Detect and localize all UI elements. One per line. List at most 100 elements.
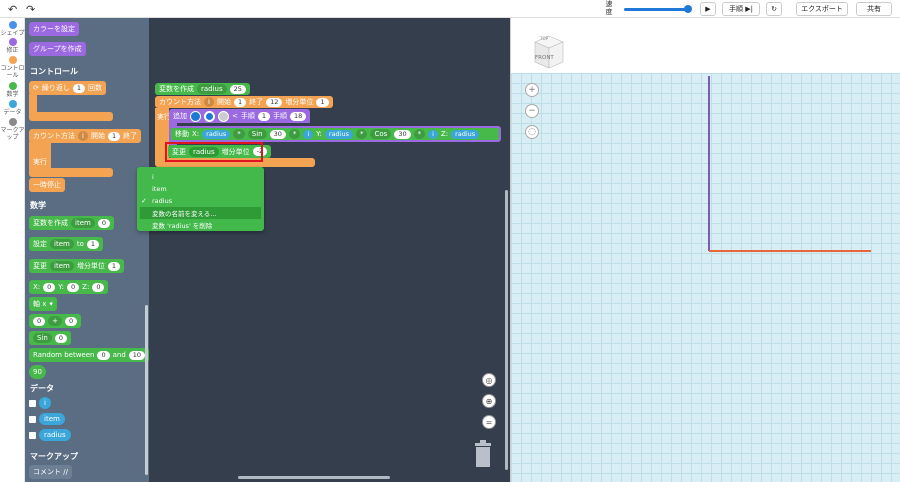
create-var-block[interactable]: 変数を作成 item 0 — [29, 216, 114, 230]
trash-icon[interactable] — [473, 440, 493, 468]
ws-move-block[interactable]: 移動 X: radius * Sin 30 * i Y: radius * Cos 30 * i Z: radi… — [169, 126, 501, 142]
ws-cos-angle[interactable]: 30 — [394, 129, 411, 139]
ctx-item-i[interactable]: i — [137, 171, 264, 183]
ws-x-radius[interactable]: radius — [202, 129, 231, 139]
zoom-reset-button[interactable]: ◎ — [482, 373, 496, 387]
ws-color-selected-icon[interactable] — [204, 110, 215, 122]
y-value[interactable]: 0 — [67, 282, 80, 292]
ws-color-none-icon[interactable] — [218, 110, 229, 122]
set-var-dropdown[interactable]: item — [50, 239, 74, 249]
arith-op-dropdown[interactable]: + — [48, 316, 63, 326]
axis-block[interactable]: 軸 x ▾ — [29, 297, 57, 311]
var-i-checkbox[interactable] — [29, 400, 36, 407]
ws-start-value[interactable]: 1 — [233, 97, 247, 107]
repeat-count[interactable]: 1 — [72, 83, 86, 93]
random-min[interactable]: 0 — [97, 350, 110, 360]
ws-sin-dropdown[interactable]: Sin — [247, 129, 267, 139]
ws-sin-angle[interactable]: 30 — [269, 129, 286, 139]
flyout-scrollbar[interactable] — [145, 305, 148, 475]
arith-left[interactable]: 0 — [33, 316, 46, 326]
var-item-pill[interactable]: item — [39, 413, 65, 425]
category-control[interactable]: コントロール — [0, 56, 25, 79]
reset-button[interactable]: ↻ — [766, 2, 782, 16]
ws-create-var-block[interactable]: 変数を作成 radius 25 — [155, 83, 250, 95]
ws-hand-value[interactable]: 1 — [257, 111, 271, 121]
redo-icon[interactable]: ↷ — [26, 3, 35, 16]
ctx-item-radius[interactable]: ✓ radius — [137, 195, 264, 207]
export-button[interactable]: エクスポート — [796, 2, 848, 16]
zoom-in-button[interactable]: ⊕ — [482, 394, 496, 408]
speed-slider-handle[interactable] — [684, 5, 692, 13]
ws-var-value[interactable]: 25 — [229, 84, 246, 94]
sin-value[interactable]: 0 — [54, 333, 67, 343]
comment-block[interactable]: コメント // — [29, 465, 72, 479]
ws-count-var-dropdown[interactable]: i — [204, 97, 214, 107]
category-modify[interactable]: 修正 — [0, 38, 25, 54]
var-radius-checkbox[interactable] — [29, 432, 36, 439]
change-var-dropdown[interactable]: item — [50, 261, 74, 271]
ws-cos-dropdown[interactable]: Cos — [370, 129, 392, 139]
view-fit-button[interactable]: ◌ — [525, 125, 539, 139]
ctx-item-item[interactable]: item — [137, 183, 264, 195]
create-group-block[interactable]: グループを作成 — [29, 42, 86, 56]
var-item-checkbox[interactable] — [29, 416, 36, 423]
category-markup[interactable]: マークアップ — [0, 118, 25, 141]
var-i-pill[interactable]: i — [39, 397, 51, 409]
xyz-block[interactable]: X: 0 Y: 0 Z: 0 — [29, 280, 109, 294]
change-value[interactable]: 1 — [107, 261, 120, 271]
share-button[interactable]: 共有 — [856, 2, 892, 16]
sin-block[interactable]: Sin 0 — [29, 331, 71, 345]
ws-var-dropdown[interactable]: radius — [197, 84, 227, 94]
var-radius-pill[interactable]: radius — [39, 429, 71, 441]
ws-step-value[interactable]: 1 — [316, 97, 329, 107]
ws-color-blue-icon[interactable] — [190, 110, 201, 122]
ws-add-block[interactable]: 追加 < 手順 1 手順 18 — [169, 109, 311, 123]
pause-block[interactable]: 一時停止 — [29, 178, 65, 192]
category-data[interactable]: データ — [0, 100, 25, 116]
ws-count-block[interactable]: カウント方法 i 開始 1 終了 12 増分単位 1 — [155, 96, 333, 108]
ws-x-op[interactable]: * — [233, 129, 245, 139]
workspace-hscrollbar[interactable] — [238, 476, 390, 479]
category-math[interactable]: 数学 — [0, 82, 25, 98]
workspace-vscrollbar[interactable] — [505, 190, 508, 470]
undo-icon[interactable]: ↶ — [8, 3, 17, 16]
repeat-block[interactable]: ⟳ 繰り返し 1 回数 — [29, 81, 107, 95]
ws-cos-i[interactable]: i — [428, 129, 438, 139]
view-zoom-in-button[interactable]: + — [525, 83, 539, 97]
play-button[interactable]: ▶ — [700, 2, 716, 16]
ws-sin-op[interactable]: * — [288, 129, 301, 139]
ws-z-radius[interactable]: radius — [451, 129, 480, 139]
speed-slider[interactable] — [624, 8, 688, 11]
ws-y-radius[interactable]: radius — [324, 129, 353, 139]
ws-y-op[interactable]: * — [355, 129, 368, 139]
view-zoom-out-button[interactable]: − — [525, 104, 539, 118]
create-var-dropdown[interactable]: item — [71, 218, 95, 228]
change-var-block[interactable]: 変更 item 増分単位 1 — [29, 259, 124, 273]
step-button[interactable]: 手順 ▶| — [722, 2, 760, 16]
ws-hand-value-2[interactable]: 18 — [290, 111, 307, 121]
random-block[interactable]: Random between 0 and 10 — [29, 348, 149, 362]
z-value[interactable]: 0 — [92, 282, 105, 292]
ws-end-value[interactable]: 12 — [266, 97, 283, 107]
count-start-value[interactable]: 1 — [107, 131, 121, 141]
zoom-out-button[interactable]: = — [482, 415, 496, 429]
arith-block[interactable]: 0 +0 — [29, 314, 82, 328]
category-shapes[interactable]: シェイプ — [0, 21, 25, 37]
count-var-dropdown[interactable]: i — [78, 131, 88, 141]
view-cube-icon[interactable] — [531, 34, 567, 70]
ctx-item-delete[interactable]: 変数 'radius' を削除 — [137, 219, 264, 231]
viewport-3d[interactable]: TOP FRONT + − ◌ — [510, 18, 900, 482]
random-max[interactable]: 10 — [128, 350, 146, 360]
create-var-value[interactable]: 0 — [97, 218, 110, 228]
set-value[interactable]: 1 — [86, 239, 99, 249]
ws-cos-op[interactable]: * — [413, 129, 426, 139]
number-block[interactable]: 90 — [29, 365, 46, 379]
count-block[interactable]: カウント方法 i 開始 1 終了 — [29, 129, 142, 143]
arith-right[interactable]: 0 — [65, 316, 78, 326]
set-var-block[interactable]: 設定 item to 1 — [29, 237, 103, 251]
x-value[interactable]: 0 — [43, 282, 56, 292]
set-color-block[interactable]: カラーを設定 — [29, 22, 79, 36]
ws-sin-i[interactable]: i — [303, 129, 314, 139]
sin-dropdown[interactable]: Sin — [33, 333, 52, 343]
ctx-item-rename[interactable]: 変数の名前を変える... — [140, 207, 261, 219]
